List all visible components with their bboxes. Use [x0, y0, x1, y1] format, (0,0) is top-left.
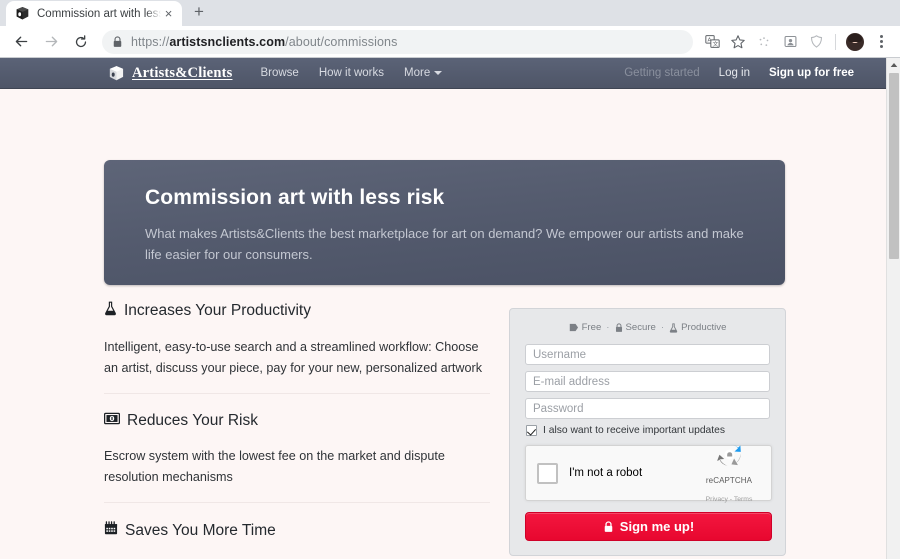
url-text: https://artistsnclients.com/about/commis… — [131, 35, 397, 49]
feature-body: Intelligent, easy-to-use search and a st… — [104, 340, 482, 375]
browser-toolbar: https://artistsnclients.com/about/commis… — [0, 26, 900, 58]
nav-link-how-it-works[interactable]: How it works — [319, 67, 384, 79]
nav-link-browse[interactable]: Browse — [260, 67, 298, 79]
feature-list: Increases Your Productivity Intelligent,… — [103, 301, 490, 559]
badge-free: Free — [569, 322, 602, 333]
badge-separator: · — [606, 322, 610, 333]
recaptcha-brand: reCAPTCHA Privacy - Terms — [698, 441, 760, 506]
lock-icon — [112, 35, 123, 48]
feature-heading: Saves You More Time — [104, 521, 490, 540]
hero-subtitle: What makes Artists&Clients the best mark… — [145, 226, 744, 262]
email-input[interactable]: E-mail address — [525, 371, 770, 392]
tab-title: Commission art with less risk — [37, 7, 161, 20]
recaptcha-terms[interactable]: Privacy - Terms — [706, 496, 753, 503]
url-scheme: https:// — [131, 34, 170, 49]
browser-window: Commission art with less risk × + — [0, 0, 900, 559]
feature-body: Escrow system with the lowest fee on the… — [104, 449, 445, 484]
username-input[interactable]: Username — [525, 344, 770, 365]
avatar[interactable] — [842, 29, 868, 55]
cube-logo-icon — [109, 65, 124, 80]
badge-secure-label: Secure — [625, 322, 656, 333]
sign-me-up-button[interactable]: Sign me up! — [525, 512, 772, 541]
calendar-icon — [104, 521, 118, 540]
flask-icon — [104, 301, 117, 321]
svg-text:文: 文 — [712, 40, 718, 48]
trust-badges: Free · Secure · Productive — [525, 322, 770, 333]
nav-log-in[interactable]: Log in — [719, 67, 750, 79]
feature-title: Saves You More Time — [125, 521, 276, 539]
nav-link-more-label: More — [404, 67, 431, 79]
chevron-down-icon — [434, 70, 443, 75]
site-navbar: Artists&Clients Browse How it works More… — [0, 58, 886, 89]
page-title: Commission art with less risk — [145, 186, 445, 209]
feature-heading: Reduces Your Risk — [103, 412, 490, 430]
reload-icon[interactable] — [68, 29, 94, 55]
recaptcha-logo-icon — [716, 443, 741, 466]
page-viewport: Artists&Clients Browse How it works More… — [0, 58, 900, 559]
profile-card-icon[interactable] — [777, 29, 803, 55]
flask-icon — [669, 322, 678, 333]
nav-right: Getting started Log in Sign up for free — [624, 67, 886, 79]
updates-checkbox-label: I also want to receive important updates — [543, 425, 726, 436]
bookmark-star-icon[interactable] — [725, 29, 751, 55]
nav-sign-up[interactable]: Sign up for free — [769, 67, 854, 79]
signup-panel: Free · Secure · Productive Username E-ma… — [509, 308, 786, 556]
badge-productive-label: Productive — [681, 322, 727, 333]
nav-getting-started[interactable]: Getting started — [624, 67, 699, 79]
close-icon[interactable]: × — [161, 6, 176, 21]
new-tab-button[interactable]: + — [186, 0, 212, 25]
feature-title: Reduces Your Risk — [127, 412, 258, 429]
web-page: Artists&Clients Browse How it works More… — [0, 58, 886, 559]
cube-icon — [15, 6, 30, 21]
updates-checkbox[interactable] — [526, 425, 537, 436]
toolbar-actions: A 文 — [699, 29, 894, 55]
toolbar-divider — [835, 33, 836, 50]
feature-item: Saves You More Time Standardized, on-sit… — [104, 502, 490, 559]
site-logo[interactable]: Artists&Clients — [108, 65, 232, 82]
free-tag-icon — [569, 323, 578, 332]
lock-icon — [615, 322, 622, 332]
recaptcha-brand-name: reCAPTCHA — [705, 475, 753, 485]
nav-link-browse-label: Browse — [260, 67, 299, 79]
address-bar[interactable]: https://artistsnclients.com/about/commis… — [102, 29, 693, 54]
feature-title: Increases Your Productivity — [124, 302, 311, 319]
nav-link-how-it-works-label: How it works — [318, 67, 385, 79]
url-path: /about/commissions — [285, 34, 398, 49]
tab-strip: Commission art with less risk × + — [0, 0, 900, 26]
feature-item: Reduces Your Risk Escrow system with the… — [103, 393, 490, 502]
back-icon[interactable] — [8, 29, 34, 55]
browser-tab[interactable]: Commission art with less risk × — [6, 1, 182, 26]
recaptcha-widget[interactable]: I'm not a robot reCAPTCHA Privacy - Term… — [525, 443, 772, 503]
scroll-up-icon[interactable] — [887, 58, 900, 71]
sign-me-up-label: Sign me up! — [619, 519, 695, 534]
hero-banner: Commission art with less risk What makes… — [104, 160, 785, 285]
badge-free-label: Free — [581, 322, 602, 333]
badge-secure: Secure — [615, 322, 656, 333]
forward-icon[interactable] — [38, 29, 64, 55]
password-input[interactable]: Password — [525, 398, 770, 419]
recaptcha-checkbox[interactable] — [537, 462, 558, 484]
scrollbar-thumb[interactable] — [889, 73, 899, 259]
feature-item: Increases Your Productivity Intelligent,… — [104, 301, 490, 393]
feature-heading: Increases Your Productivity — [104, 301, 490, 321]
recaptcha-label: I'm not a robot — [569, 467, 643, 479]
badge-separator: · — [660, 322, 665, 333]
nav-links: Browse How it works More — [260, 67, 443, 79]
page-scrollbar[interactable] — [886, 58, 900, 559]
extension-puzzle-icon[interactable] — [751, 29, 777, 55]
badge-productive: Productive — [669, 322, 726, 333]
nav-link-more[interactable]: More — [404, 67, 443, 79]
kebab-menu-icon[interactable] — [868, 29, 894, 55]
url-domain: artistsnclients.com — [169, 34, 286, 49]
brand-name: Artists&Clients — [132, 64, 233, 81]
money-bill-icon — [103, 412, 121, 430]
lock-icon — [604, 520, 613, 532]
translate-icon[interactable]: A 文 — [699, 29, 725, 55]
shield-icon[interactable] — [803, 29, 829, 55]
updates-checkbox-row[interactable]: I also want to receive important updates — [526, 425, 770, 436]
